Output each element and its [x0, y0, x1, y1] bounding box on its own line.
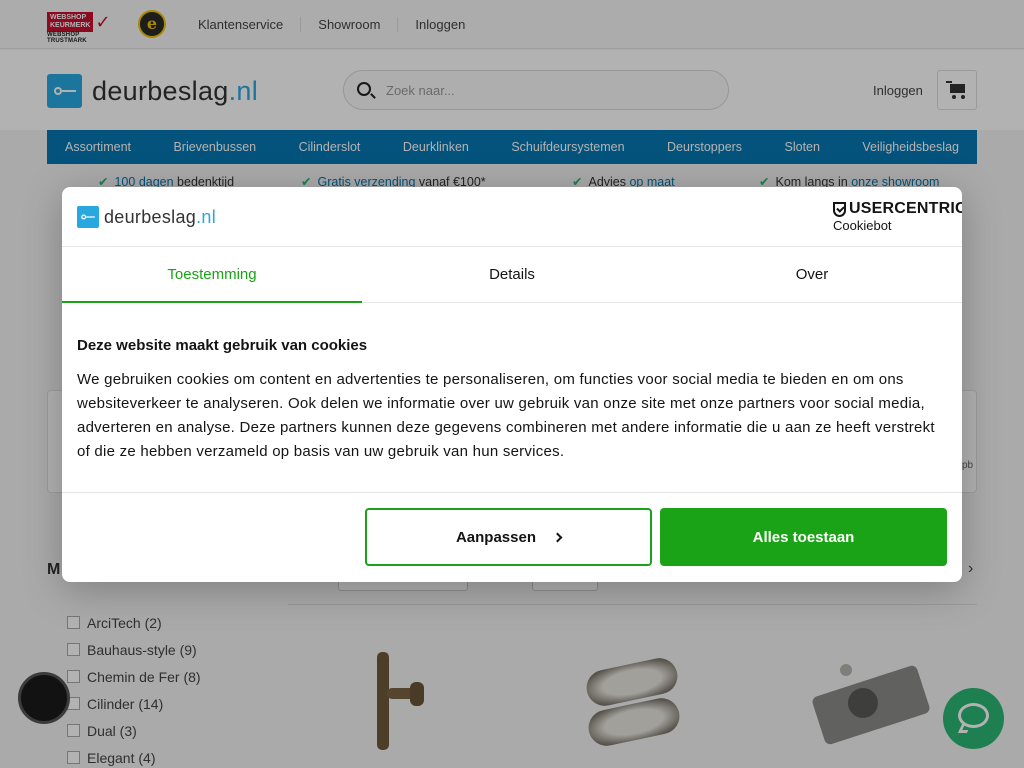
dialog-header: deurbeslag.nl USERCENTRICS Cookiebot [62, 187, 962, 247]
key-logo-icon [77, 206, 99, 228]
usercentrics-cookiebot-logo[interactable]: USERCENTRICS Cookiebot [833, 200, 962, 233]
dialog-site-logo: deurbeslag.nl [77, 206, 216, 228]
tab-over[interactable]: Over [662, 248, 962, 302]
dialog-title: Deze website maakt gebruik van cookies [77, 337, 368, 354]
shield-icon [833, 201, 846, 217]
dialog-description: We gebruiken cookies om content en adver… [77, 371, 935, 460]
tab-toestemming[interactable]: Toestemming [62, 248, 362, 303]
allow-all-button[interactable]: Alles toestaan [660, 508, 947, 566]
chevron-right-icon [552, 532, 563, 542]
customize-button[interactable]: Aanpassen [365, 508, 652, 566]
dialog-body: Deze website maakt gebruik van cookies W… [77, 337, 947, 464]
dialog-footer: Aanpassen Alles toestaan [62, 492, 962, 582]
tab-details[interactable]: Details [362, 248, 662, 302]
dialog-tabs: Toestemming Details Over [62, 248, 962, 303]
cookie-consent-dialog: deurbeslag.nl USERCENTRICS Cookiebot Toe… [62, 187, 962, 582]
